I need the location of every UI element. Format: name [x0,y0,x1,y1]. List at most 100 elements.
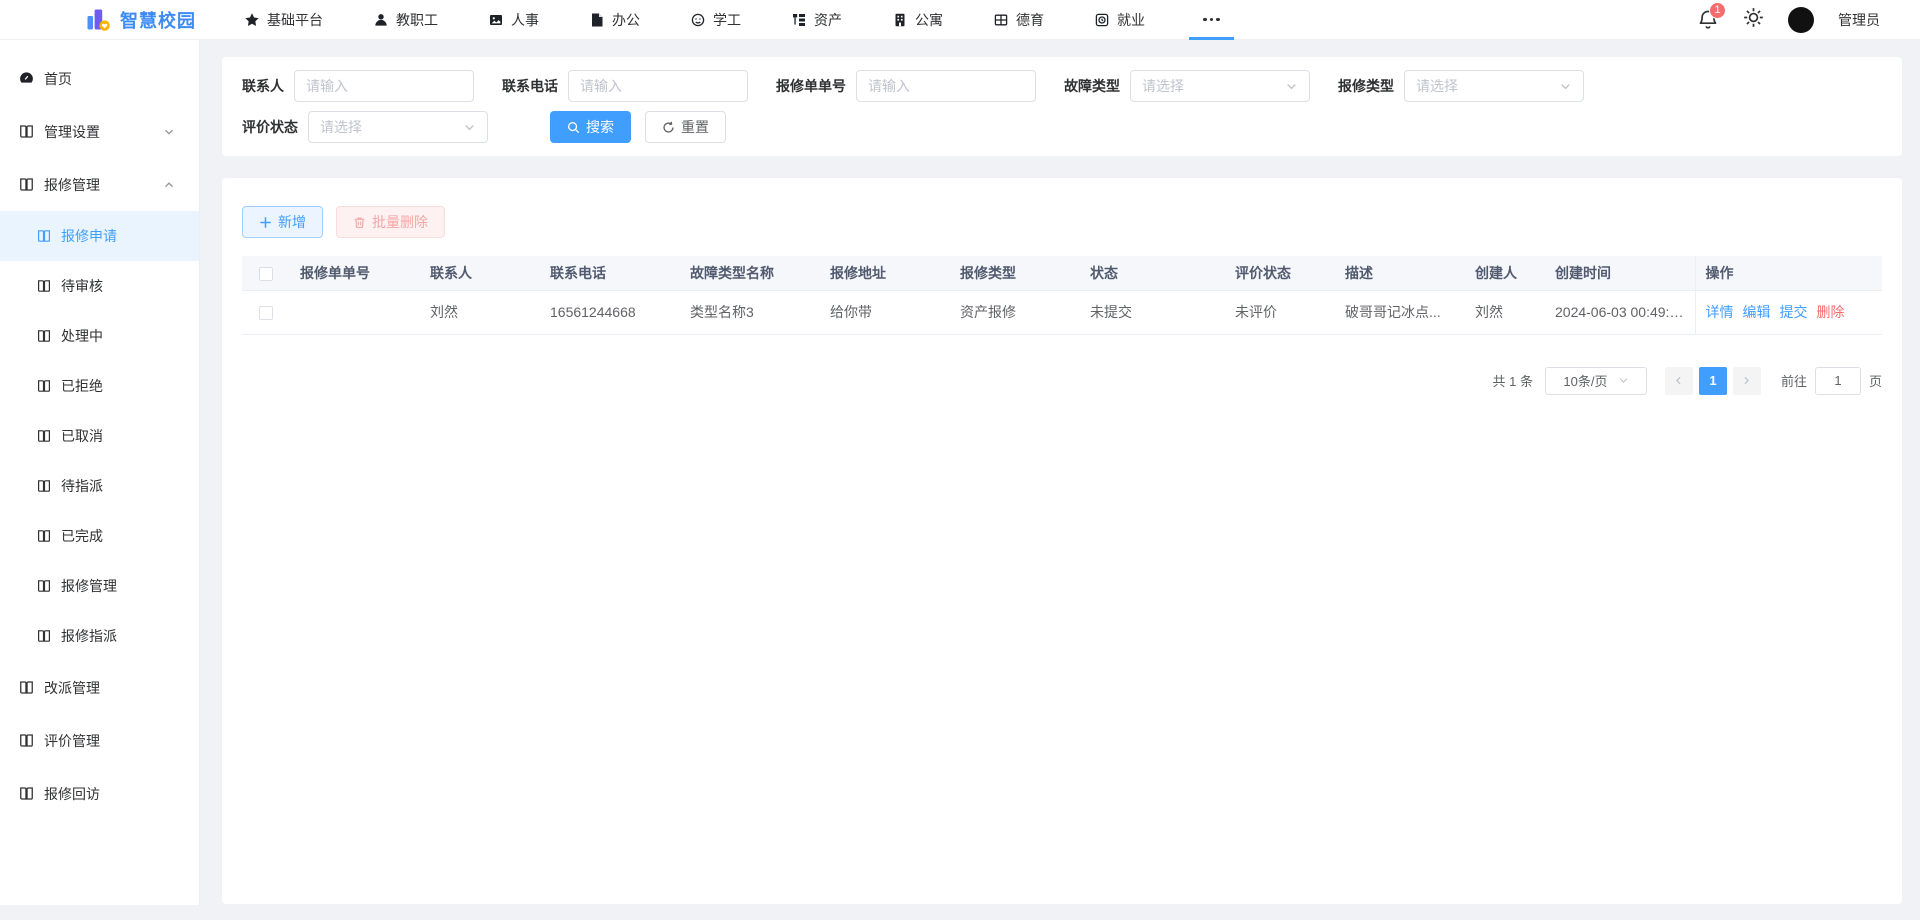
nav-item-office[interactable]: 办公 [583,0,646,40]
book-icon [36,228,52,244]
next-page-button[interactable] [1733,367,1761,395]
nav-item-apartment[interactable]: 公寓 [886,0,949,40]
cell-description: 破哥哥记冰点... [1335,290,1465,334]
sidebar-label: 报修回访 [44,784,175,804]
phone-label: 联系电话 [502,76,558,96]
cell-actions: 详情编辑提交删除 [1695,290,1882,334]
plus-icon [259,216,272,229]
nav-item-moral-edu[interactable]: 德育 [987,0,1050,40]
repair-type-select[interactable]: 请选择 [1404,70,1584,102]
select-placeholder: 请选择 [1416,76,1559,96]
nav-label: 办公 [612,10,640,30]
cell-contact: 刘然 [420,290,540,334]
sidebar-item-repair-manage[interactable]: 报修管理 [0,561,199,611]
phone-input[interactable] [568,70,748,102]
add-button[interactable]: 新增 [242,206,323,238]
sidebar-label: 报修申请 [61,226,117,246]
edit-link[interactable]: 编辑 [1743,304,1771,320]
sidebar-item-repair-request[interactable]: 报修申请 [0,211,199,261]
sidebar-item-completed[interactable]: 已完成 [0,511,199,561]
sidebar-item-reassign-manage[interactable]: 改派管理 [0,661,199,714]
user-name: 管理员 [1838,10,1880,30]
nav-item-employment[interactable]: 就业 [1088,0,1151,40]
sidebar-item-repair-assign[interactable]: 报修指派 [0,611,199,661]
user-avatar[interactable] [1788,7,1814,33]
settings-button[interactable] [1743,7,1764,33]
eval-status-select[interactable]: 请选择 [308,111,488,143]
file-icon [589,12,605,28]
reset-button[interactable]: 重置 [645,111,726,143]
sidebar-label: 首页 [44,69,175,89]
sidebar-label: 报修管理 [44,175,163,195]
col-description: 描述 [1335,256,1465,290]
repair-type-label: 报修类型 [1338,76,1394,96]
pagination-total: 共 1 条 [1493,371,1533,390]
top-nav-menu: 基础平台 教职工 人事 办公 学工 资产 公寓 德育 [238,0,1272,40]
sidebar-item-rejected[interactable]: 已拒绝 [0,361,199,411]
nav-label: 就业 [1117,10,1145,30]
fault-type-select[interactable]: 请选择 [1130,70,1310,102]
cell-address: 给你带 [820,290,950,334]
page-unit-label: 页 [1869,371,1882,390]
col-address: 报修地址 [820,256,950,290]
col-fault-type: 故障类型名称 [680,256,820,290]
nav-item-more[interactable] [1189,0,1234,40]
sidebar-item-cancelled[interactable]: 已取消 [0,411,199,461]
grid-icon [993,12,1009,28]
book-icon [18,785,35,802]
order-no-label: 报修单单号 [776,76,846,96]
row-checkbox[interactable] [259,306,273,320]
detail-link[interactable]: 详情 [1706,304,1734,320]
prev-page-button[interactable] [1665,367,1693,395]
cell-phone: 16561244668 [540,290,680,334]
sidebar-item-evaluation-manage[interactable]: 评价管理 [0,714,199,767]
photo-icon [488,12,504,28]
pagination: 共 1 条 10条/页 1 前往 页 [242,367,1882,395]
sidebar-label: 管理设置 [44,122,163,142]
sidebar-item-processing[interactable]: 处理中 [0,311,199,361]
batch-delete-button[interactable]: 批量删除 [336,206,445,238]
delete-link[interactable]: 删除 [1817,304,1845,320]
main-content: 联系人 联系电话 报修单单号 故障类型 请选择 [200,40,1920,920]
contact-input[interactable] [294,70,474,102]
sidebar-label: 待审核 [61,276,103,296]
nav-item-student[interactable]: 学工 [684,0,747,40]
search-icon [567,121,580,134]
sidebar-label: 已完成 [61,526,103,546]
notification-button[interactable]: 1 [1697,9,1719,31]
sidebar-item-admin-settings[interactable]: 管理设置 [0,105,199,158]
search-button[interactable]: 搜索 [550,111,631,143]
navbar-right: 1 管理员 [1697,7,1880,33]
page-number-1[interactable]: 1 [1699,367,1727,395]
order-no-input[interactable] [856,70,1036,102]
table-card: 新增 批量删除 报修单单号 联系人 [222,178,1902,904]
sidebar-item-pending-assign[interactable]: 待指派 [0,461,199,511]
add-button-label: 新增 [278,212,306,232]
book-icon [36,278,52,294]
nav-item-base-platform[interactable]: 基础平台 [238,0,329,40]
col-repair-type: 报修类型 [950,256,1080,290]
sidebar-item-repair-followup[interactable]: 报修回访 [0,767,199,820]
book-icon [18,679,35,696]
gear-icon [1743,7,1764,28]
sidebar-item-repair-management[interactable]: 报修管理 [0,158,199,211]
sidebar-label: 已拒绝 [61,376,103,396]
nav-item-hr[interactable]: 人事 [482,0,545,40]
nav-item-assets[interactable]: 资产 [785,0,848,40]
chevron-down-icon [1559,80,1572,93]
nav-item-staff[interactable]: 教职工 [367,0,444,40]
goto-page-input[interactable] [1815,367,1861,395]
sidebar-item-pending-review[interactable]: 待审核 [0,261,199,311]
book-icon [36,578,52,594]
app-logo[interactable]: 智慧校园 [86,7,196,33]
sidebar-label: 处理中 [61,326,103,346]
submit-link[interactable]: 提交 [1780,304,1808,320]
sidebar-item-home[interactable]: 首页 [0,52,199,105]
col-creator: 创建人 [1465,256,1545,290]
col-status: 状态 [1080,256,1225,290]
col-phone: 联系电话 [540,256,680,290]
chevron-down-icon [163,126,175,138]
sidebar-label: 评价管理 [44,731,175,751]
page-size-select[interactable]: 10条/页 [1545,367,1647,395]
select-all-checkbox[interactable] [259,267,273,281]
